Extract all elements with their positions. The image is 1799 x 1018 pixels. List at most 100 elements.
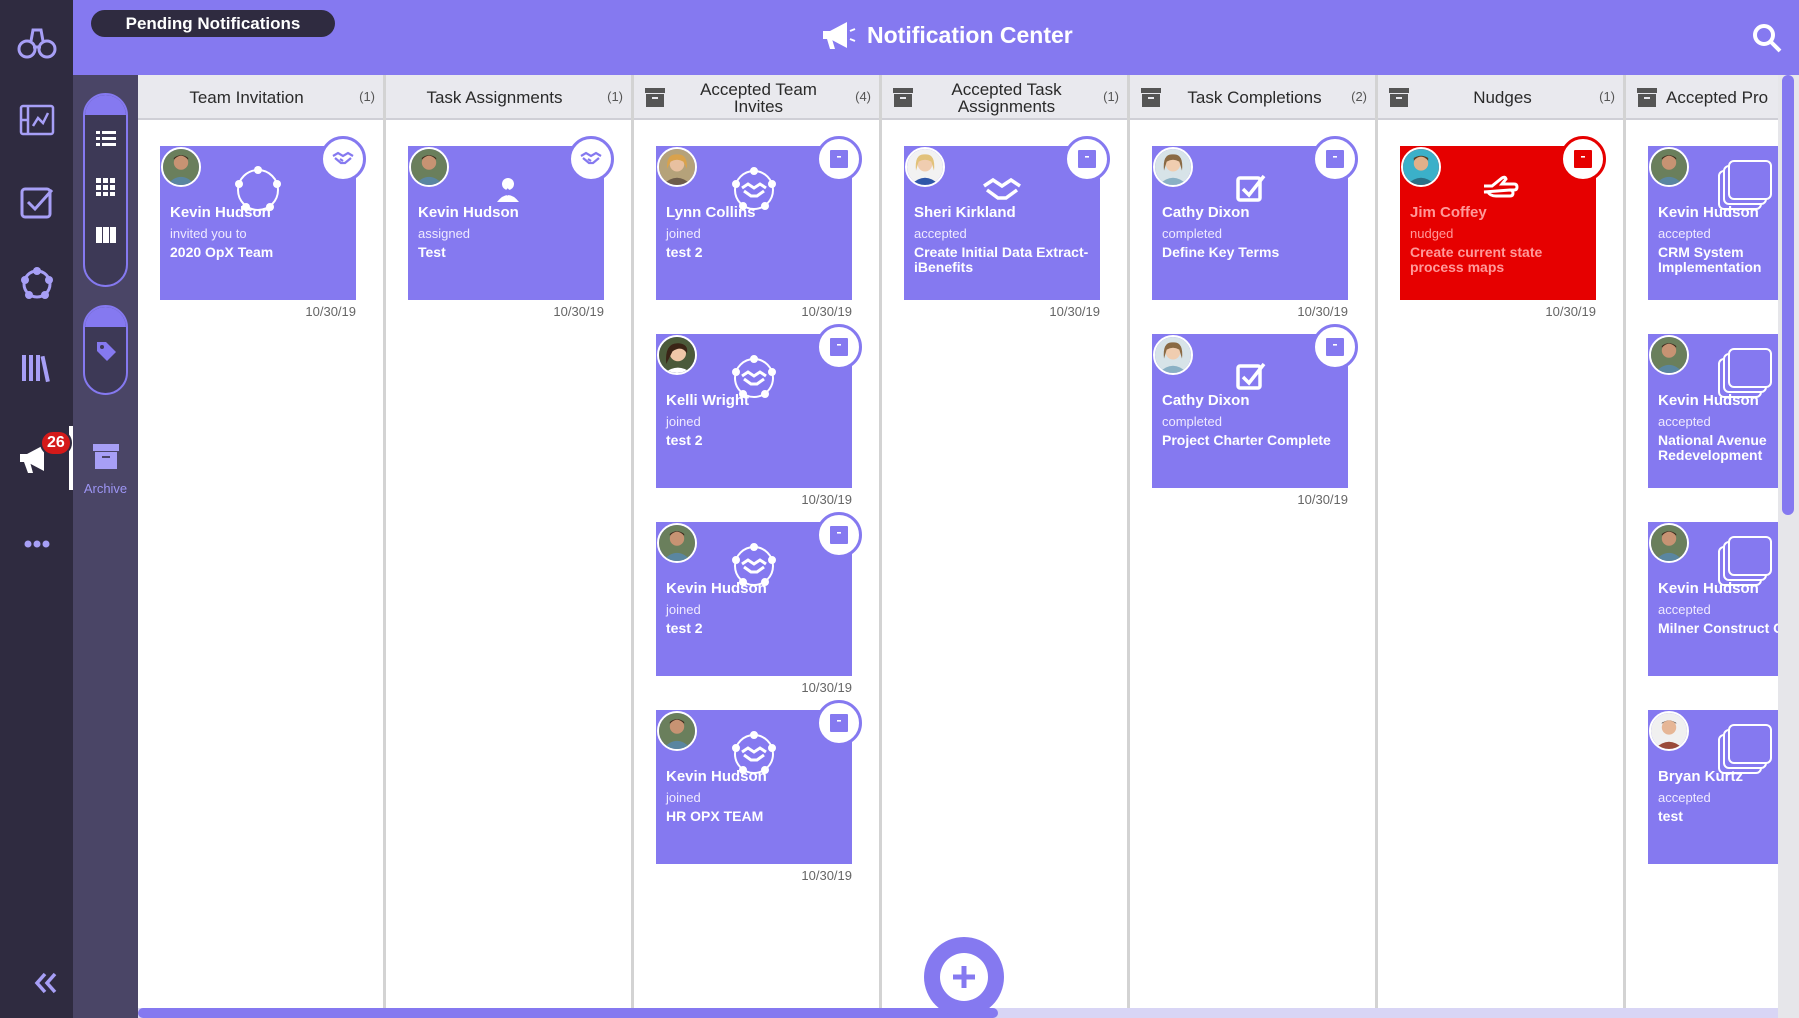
archive-card-button[interactable] bbox=[816, 136, 862, 182]
archive-card-button[interactable] bbox=[1560, 136, 1606, 182]
column-accepted-team-invites: Accepted Team Invites (4) Lynn Collins j… bbox=[634, 75, 882, 1010]
column-team-invitation: Team Invitation (1) Kevin Hudson invited… bbox=[138, 75, 386, 1010]
pending-notifications-button[interactable]: Pending Notifications bbox=[91, 10, 335, 37]
archive-column-button[interactable] bbox=[892, 86, 914, 108]
header-bar: Pending Notifications Notification Cente… bbox=[73, 0, 1799, 75]
card-name: Kevin Hudson bbox=[1658, 392, 1759, 409]
avatar bbox=[1649, 335, 1689, 375]
collapse-button[interactable] bbox=[30, 968, 60, 998]
archive-box-icon bbox=[1574, 150, 1592, 168]
card-action: invited you to bbox=[170, 226, 247, 241]
card-subject: HR OPX TEAM bbox=[666, 808, 764, 824]
archive-card-button[interactable] bbox=[816, 512, 862, 558]
page-title: Notification Center bbox=[867, 21, 1073, 48]
card-date: 10/30/19 bbox=[801, 868, 852, 883]
notification-card[interactable]: Kevin Hudson assigned Test 10/30/19 bbox=[408, 136, 614, 319]
notification-card[interactable]: Cathy Dixon completed Project Charter Co… bbox=[1152, 324, 1358, 507]
accept-button[interactable] bbox=[320, 136, 366, 182]
tag-filter-button[interactable] bbox=[85, 327, 126, 375]
archive-box-icon bbox=[830, 150, 848, 168]
card-name: Kevin Hudson bbox=[1658, 580, 1759, 597]
card-action: assigned bbox=[418, 226, 471, 241]
notification-card[interactable]: Kevin Hudson joined HR OPX TEAM 10/30/19 bbox=[656, 700, 862, 883]
title-group: Notification Center bbox=[821, 18, 1073, 52]
column-header: Team Invitation (1) bbox=[138, 75, 383, 120]
vertical-scrollbar[interactable] bbox=[1778, 75, 1799, 1018]
archive-card-button[interactable] bbox=[1064, 136, 1110, 182]
grid-view-button[interactable] bbox=[85, 163, 126, 211]
card-date: 10/30/19 bbox=[801, 492, 852, 507]
notification-card[interactable]: Bryan Kurtz accepted test bbox=[1648, 710, 1778, 864]
card-date: 10/30/19 bbox=[305, 304, 356, 319]
search-icon bbox=[1753, 24, 1782, 53]
archive-column-button[interactable] bbox=[1636, 86, 1658, 108]
nav-notifications[interactable]: 26 bbox=[0, 426, 73, 490]
card-action: accepted bbox=[1658, 226, 1711, 241]
notification-card[interactable]: Sheri Kirkland accepted Create Initial D… bbox=[904, 136, 1110, 319]
archive-card-button[interactable] bbox=[1312, 136, 1358, 182]
column-count: (2) bbox=[1351, 89, 1367, 104]
search-button[interactable] bbox=[1751, 22, 1787, 58]
column-title: Team Invitation bbox=[189, 88, 304, 107]
archive-column-button[interactable] bbox=[1388, 86, 1410, 108]
column-task-completions: Task Completions (2) Cathy Dixon complet… bbox=[1130, 75, 1378, 1010]
checkbox-icon bbox=[20, 187, 53, 219]
nav-binoculars[interactable] bbox=[0, 10, 73, 74]
archive-card-button[interactable] bbox=[1312, 324, 1358, 370]
team-circle-icon bbox=[20, 267, 53, 299]
archive-box-icon bbox=[1326, 338, 1344, 356]
notification-card[interactable]: Kevin Hudson joined test 2 10/30/19 bbox=[656, 512, 862, 695]
handshake-icon bbox=[580, 151, 602, 165]
column-title: Accepted Task Assignments bbox=[951, 79, 1062, 116]
card-subject: Define Key Terms bbox=[1162, 244, 1280, 260]
columns-icon bbox=[95, 227, 116, 243]
board-view-button[interactable] bbox=[85, 211, 126, 259]
archive-label: Archive bbox=[83, 481, 128, 496]
notification-card[interactable]: Kevin Hudson invited you to 2020 OpX Tea… bbox=[160, 136, 366, 319]
archive-card-button[interactable] bbox=[816, 700, 862, 746]
archive-box-icon bbox=[1326, 150, 1344, 168]
list-icon bbox=[95, 131, 116, 146]
library-icon bbox=[21, 355, 50, 383]
card-name: Kevin Hudson bbox=[1658, 204, 1759, 221]
nav-map[interactable] bbox=[0, 88, 73, 152]
archive-card-button[interactable] bbox=[816, 324, 862, 370]
accept-button[interactable] bbox=[568, 136, 614, 182]
nav-tasks[interactable] bbox=[0, 170, 73, 234]
plus-icon bbox=[953, 966, 975, 988]
card-action: accepted bbox=[1658, 414, 1711, 429]
archive-box-icon bbox=[1389, 88, 1409, 107]
nav-more[interactable] bbox=[0, 512, 73, 576]
notification-card[interactable]: Jim Coffey nudged Create current state p… bbox=[1400, 136, 1606, 319]
add-button[interactable] bbox=[924, 937, 1004, 1017]
notification-card[interactable]: Lynn Collins joined test 2 10/30/19 bbox=[656, 136, 862, 319]
column-count: (1) bbox=[607, 89, 623, 104]
card-action: joined bbox=[666, 226, 701, 241]
horizontal-scroll-thumb[interactable] bbox=[138, 1008, 998, 1018]
card-subject: Milner Construct COPY bbox=[1658, 620, 1778, 636]
list-view-button[interactable] bbox=[85, 115, 126, 163]
notification-card[interactable]: Kelli Wright joined test 2 10/30/19 bbox=[656, 324, 862, 507]
column-count: (4) bbox=[855, 89, 871, 104]
notification-card[interactable]: Kevin Hudson accepted National Avenue Re… bbox=[1648, 334, 1778, 488]
notification-card[interactable]: Cathy Dixon completed Define Key Terms 1… bbox=[1152, 136, 1358, 319]
notification-card[interactable]: Kevin Hudson accepted Milner Construct C… bbox=[1648, 522, 1778, 676]
card-name: Kevin Hudson bbox=[666, 768, 767, 785]
archive-column-button[interactable] bbox=[644, 86, 666, 108]
avatar bbox=[657, 711, 697, 751]
card-name: Cathy Dixon bbox=[1162, 204, 1250, 221]
archive-button[interactable]: Archive bbox=[73, 440, 138, 496]
column-title: Accepted Team Invites bbox=[700, 79, 817, 116]
archive-column-button[interactable] bbox=[1140, 86, 1162, 108]
column-header: Accepted Team Invites (4) bbox=[634, 75, 879, 120]
vertical-scroll-thumb[interactable] bbox=[1782, 75, 1794, 515]
nav-library[interactable] bbox=[0, 336, 73, 400]
column-header: Accepted Task Assignments (1) bbox=[882, 75, 1127, 120]
card-subject: National Avenue Redevelopment bbox=[1658, 432, 1767, 463]
nav-teams[interactable] bbox=[0, 252, 73, 316]
notification-board: Team Invitation (1) Kevin Hudson invited… bbox=[138, 75, 1778, 1010]
notification-center-app: 26 Pending Notifications Notification Ce… bbox=[0, 0, 1799, 1018]
column-accepted-projects: Accepted Pro Kevin Hudson accepted CRM S… bbox=[1626, 75, 1778, 1010]
card-name: Lynn Collins bbox=[666, 204, 756, 221]
notification-card[interactable]: Kevin Hudson accepted CRM System Impleme… bbox=[1648, 146, 1778, 300]
